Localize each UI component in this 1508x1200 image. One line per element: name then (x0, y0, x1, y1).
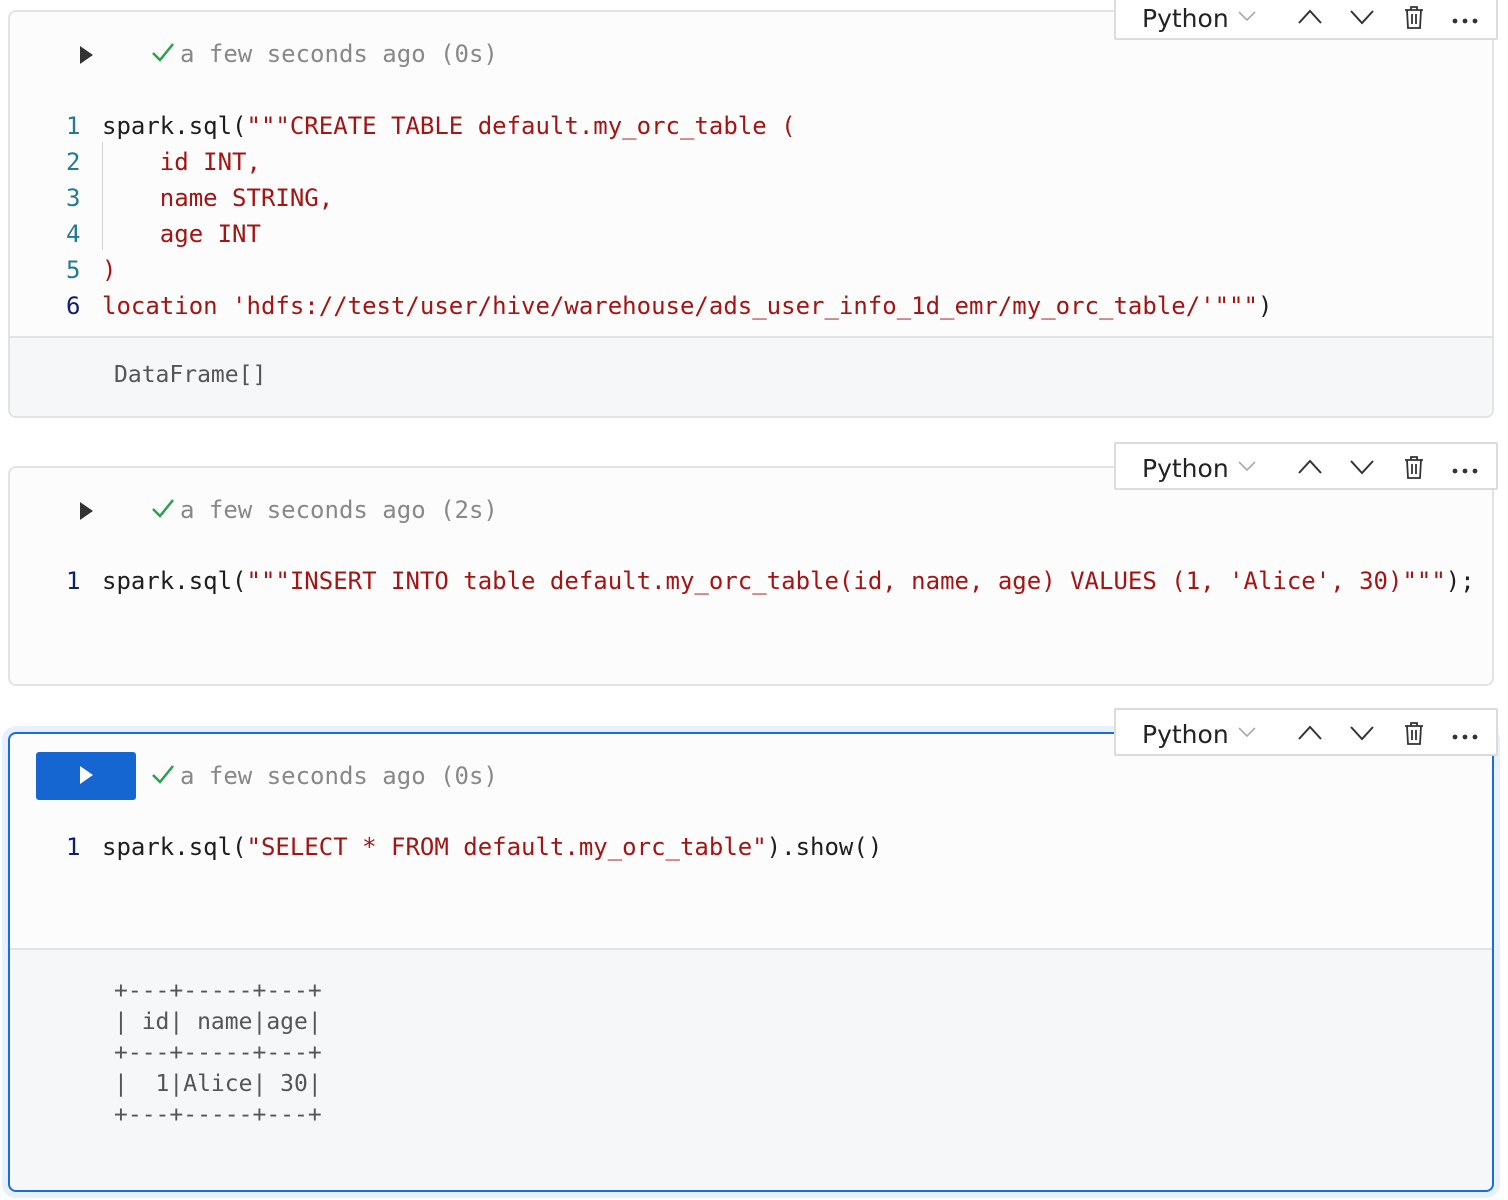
code-line: 3 name STRING, (66, 180, 1492, 216)
line-number: 1 (66, 112, 81, 140)
play-icon (80, 766, 93, 784)
language-selector[interactable]: Python (1142, 4, 1229, 33)
cell-output: +---+-----+---+ | id| name|age| +---+---… (10, 948, 1492, 1190)
run-cell-button[interactable] (36, 488, 136, 536)
trash-icon[interactable] (1402, 5, 1426, 35)
trash-icon[interactable] (1402, 455, 1426, 485)
output-text: DataFrame[] (114, 362, 267, 388)
notebook-cell-2[interactable]: a few seconds ago (2s) 1 spark.sql("""INS… (8, 466, 1494, 686)
language-selector[interactable]: Python (1142, 720, 1229, 749)
run-cell-button[interactable] (36, 32, 136, 80)
code-line: 6 location 'hdfs://test/user/hive/warehou… (66, 288, 1492, 324)
play-icon (80, 46, 93, 64)
move-down-icon[interactable] (1348, 455, 1376, 483)
code-string: id INT, (102, 148, 261, 176)
code-text: ); (1445, 567, 1475, 595)
code-text: spark.sql( (102, 567, 247, 595)
check-icon (150, 41, 180, 69)
code-line: 4 age INT (66, 216, 1492, 252)
play-icon (80, 502, 93, 520)
status-text: a few seconds ago (2s) (180, 496, 498, 524)
move-up-icon[interactable] (1296, 455, 1324, 483)
language-selector[interactable]: Python (1142, 454, 1229, 483)
cell-toolbar: Python (1114, 442, 1498, 490)
cell-toolbar: Python (1114, 708, 1498, 756)
code-text: ) (1257, 292, 1273, 320)
notebook-cell-3[interactable]: a few seconds ago (0s) 1 spark.sql("SELEC… (8, 732, 1494, 1192)
more-options-icon[interactable] (1452, 726, 1478, 745)
code-editor[interactable]: 1 spark.sql("SELECT * FROM default.my_orc… (66, 829, 1492, 865)
line-number: 6 (66, 292, 81, 320)
code-string: "SELECT * FROM default.my_orc_table" (246, 833, 767, 861)
cell-toolbar: Python (1114, 0, 1498, 40)
line-number: 3 (66, 184, 81, 212)
output-table-text: +---+-----+---+ | id| name|age| +---+---… (114, 978, 322, 1128)
execution-status: a few seconds ago (0s) (150, 762, 498, 791)
code-line: 5) (66, 252, 1492, 288)
code-string: """INSERT INTO table default.my_orc_tabl… (246, 567, 1446, 595)
line-number: 1 (66, 833, 81, 861)
more-options-icon[interactable] (1452, 10, 1478, 29)
check-icon (150, 497, 180, 525)
chevron-down-icon[interactable] (1236, 722, 1258, 746)
line-number: 2 (66, 148, 81, 176)
cell-output: DataFrame[] (10, 336, 1492, 416)
more-options-icon[interactable] (1452, 460, 1478, 479)
code-string: name STRING, (102, 184, 334, 212)
move-down-icon[interactable] (1348, 5, 1376, 33)
check-icon (150, 763, 180, 791)
move-up-icon[interactable] (1296, 721, 1324, 749)
move-down-icon[interactable] (1348, 721, 1376, 749)
code-string: age INT (102, 220, 261, 248)
chevron-down-icon[interactable] (1236, 6, 1258, 30)
code-text: spark.sql( (102, 112, 247, 140)
code-string: ) (102, 256, 117, 284)
code-line: 1 spark.sql("SELECT * FROM default.my_orc… (66, 829, 1492, 865)
line-number: 5 (66, 256, 81, 284)
trash-icon[interactable] (1402, 721, 1426, 751)
execution-status: a few seconds ago (0s) (150, 40, 498, 69)
code-line: 2 id INT, (66, 144, 1492, 180)
status-text: a few seconds ago (0s) (180, 40, 498, 68)
code-string: """CREATE TABLE default.my_orc_table ( (246, 112, 796, 140)
code-editor[interactable]: 1 spark.sql("""INSERT INTO table default.… (66, 563, 1492, 599)
execution-status: a few seconds ago (2s) (150, 496, 498, 525)
code-text: ).show() (766, 833, 883, 861)
status-text: a few seconds ago (0s) (180, 762, 498, 790)
code-editor[interactable]: 1 spark.sql("""CREATE TABLE default.my_or… (66, 108, 1492, 324)
code-string: location 'hdfs://test/user/hive/warehous… (102, 292, 1258, 320)
move-up-icon[interactable] (1296, 5, 1324, 33)
line-number: 4 (66, 220, 81, 248)
code-line: 1 spark.sql("""INSERT INTO table default.… (66, 563, 1492, 599)
code-text: spark.sql( (102, 833, 247, 861)
code-line: 1 spark.sql("""CREATE TABLE default.my_or… (66, 108, 1492, 144)
line-number: 1 (66, 567, 81, 595)
notebook-cell-1[interactable]: a few seconds ago (0s) 1 spark.sql("""CRE… (8, 10, 1494, 418)
run-cell-button[interactable] (36, 752, 136, 800)
chevron-down-icon[interactable] (1236, 456, 1258, 480)
